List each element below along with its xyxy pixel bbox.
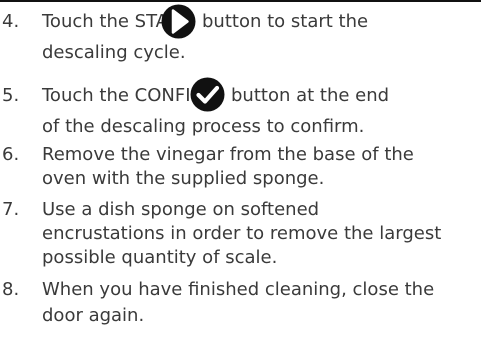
step-text: possible quantity of scale. xyxy=(42,247,278,268)
step-number: 8. xyxy=(2,279,20,300)
step-text: Use a dish sponge on softened xyxy=(42,199,320,220)
step-text: descaling cycle. xyxy=(42,42,186,63)
play-icon xyxy=(161,4,196,39)
checkmark-icon xyxy=(190,77,225,112)
step-text: Remove the vinegar from the base of the xyxy=(42,144,414,165)
step-number: 7. xyxy=(2,199,20,220)
step-text: encrustations in order to remove the lar… xyxy=(42,223,442,244)
step-text: button at the end xyxy=(231,85,390,106)
top-divider xyxy=(0,0,481,2)
step-text: button to start the xyxy=(202,11,369,32)
step-number: 4. xyxy=(2,11,20,32)
step-text: of the descaling process to confirm. xyxy=(42,116,365,137)
step-text: When you have finished cleaning, close t… xyxy=(42,279,435,300)
step-number: 6. xyxy=(2,144,20,165)
step-number: 5. xyxy=(2,85,20,106)
step-text: oven with the supplied sponge. xyxy=(42,168,325,189)
step-text: door again. xyxy=(42,305,145,326)
